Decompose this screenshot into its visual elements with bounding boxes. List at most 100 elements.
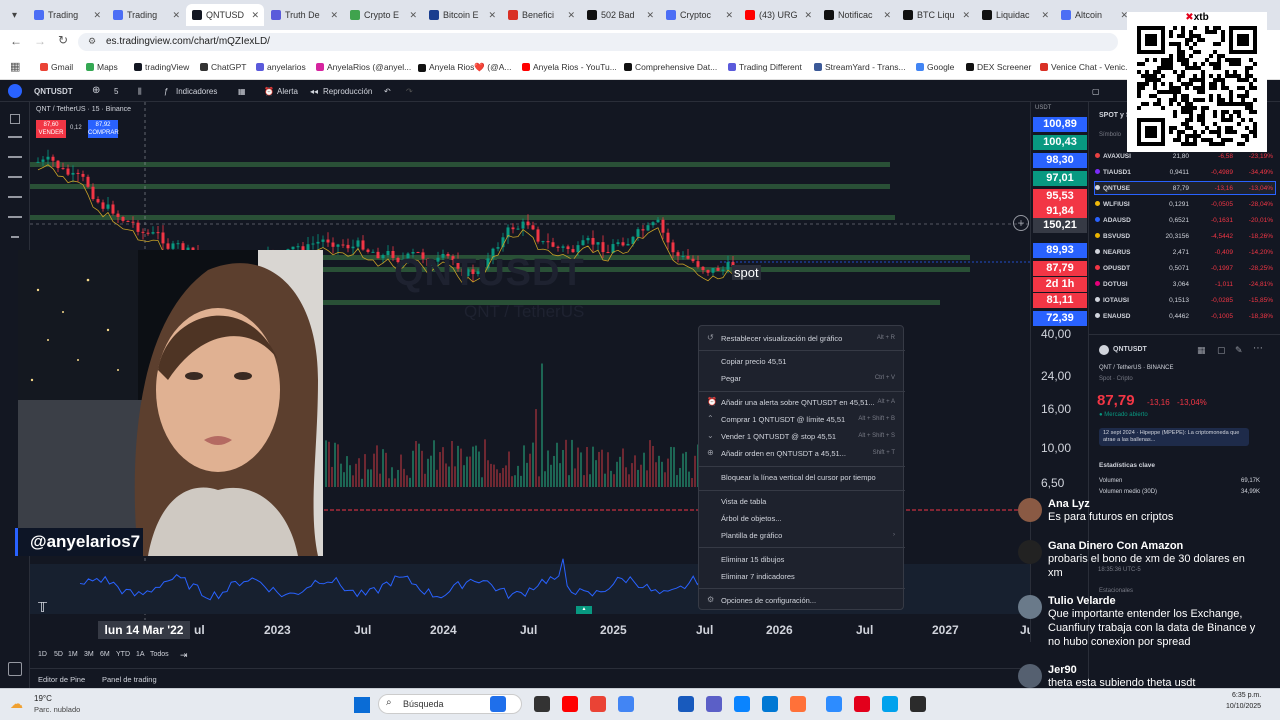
tab-close-icon[interactable]: ✕ (567, 10, 575, 21)
text-tool-icon[interactable] (11, 236, 19, 238)
watchlist-row[interactable]: OPUSDT 0,5071 -0,1997 -28,25% (1095, 262, 1275, 274)
browser-tab[interactable]: Trading ✕ (28, 4, 106, 26)
context-menu-item[interactable]: Eliminar 7 indicadores (699, 571, 905, 585)
time-axis[interactable]: lun 14 Mar '22 ul 2023 Jul 2024 Jul 2025 Jul 20… (30, 620, 1034, 642)
word-icon[interactable] (678, 696, 694, 712)
bookmark-item[interactable]: Google (916, 62, 954, 72)
browser-tab[interactable]: Truth De ✕ (265, 4, 343, 26)
browser-tab[interactable]: Benefici ✕ (502, 4, 580, 26)
detail-symbol[interactable]: QNTUSDT (1113, 346, 1147, 353)
tab-close-icon[interactable]: ✕ (646, 10, 654, 21)
browser-tab[interactable]: (43) URG ✕ (739, 4, 817, 26)
tab-close-icon[interactable]: ✕ (883, 10, 891, 21)
mail-icon[interactable] (762, 696, 778, 712)
bookmark-item[interactable]: Venice Chat - Venic... (1040, 62, 1132, 72)
watchlist-row[interactable]: TIAUSD1 0,9411 -0,4989 -34,49% (1095, 166, 1275, 178)
browser-tab[interactable]: Bitcoin E ✕ (423, 4, 501, 26)
context-menu-item[interactable]: ⏰ Añadir una alerta sobre QNTUSDT en 45,5… (699, 397, 905, 411)
tab-search-icon[interactable]: ▾ (6, 4, 22, 26)
apps-grid-icon[interactable]: ▦ (10, 60, 20, 73)
forecast-tool-icon[interactable] (8, 196, 22, 198)
detail-edit-icon[interactable]: ✎ (1235, 345, 1243, 356)
spot-annotation[interactable]: spot (732, 265, 761, 280)
browser-tab[interactable]: 502 Bad ✕ (581, 4, 659, 26)
range-button[interactable]: Todos (150, 651, 169, 658)
bookmark-item[interactable]: tradingView (134, 62, 189, 72)
range-button[interactable]: 1D (38, 651, 47, 658)
cursor-tool-icon[interactable] (10, 114, 20, 124)
range-button[interactable]: YTD (116, 651, 130, 658)
range-button[interactable]: 1M (68, 651, 78, 658)
layouts-icon[interactable]: ▦ (238, 87, 246, 96)
browser-tab[interactable]: BTC Liqu ✕ (897, 4, 975, 26)
context-menu-item[interactable]: ↺ Restablecer visualización del gráfico Al… (699, 333, 905, 347)
trend-line-tool-icon[interactable] (8, 136, 22, 138)
bookmark-item[interactable]: Gmail (40, 62, 73, 72)
bookmark-item[interactable]: Maps (86, 62, 118, 72)
tab-close-icon[interactable]: ✕ (409, 10, 417, 21)
tab-close-icon[interactable]: ✕ (93, 10, 101, 21)
youtube-icon[interactable] (562, 696, 578, 712)
detail-layout-icon[interactable]: ▦ (1197, 345, 1206, 356)
detail-more-icon[interactable]: ⋯ (1253, 343, 1263, 354)
bookmark-item[interactable]: ChatGPT (200, 62, 246, 72)
browser-tab[interactable]: QNTUSD ✕ (186, 4, 264, 26)
browser-tab[interactable]: Altcoin ✕ (1055, 4, 1133, 26)
indicators-button[interactable]: Indicadores (176, 87, 217, 96)
date-range-icon[interactable]: ⇥ (180, 650, 188, 661)
undo-icon[interactable]: ↶ (384, 87, 391, 96)
zoom-icon[interactable] (826, 696, 842, 712)
bookmark-item[interactable]: Anyela Rios❤️ (@A... (418, 62, 512, 73)
redo-icon[interactable]: ↷ (406, 87, 413, 96)
add-symbol-icon[interactable]: ⊕ (92, 85, 100, 96)
context-menu-item[interactable]: Árbol de objetos... (699, 513, 905, 527)
edge-icon[interactable] (882, 696, 898, 712)
context-menu-item[interactable]: Vista de tabla (699, 496, 905, 510)
replay-icon[interactable]: ◂◂ (310, 87, 318, 96)
brush-tool-icon[interactable] (8, 216, 22, 218)
back-icon[interactable]: ← (10, 34, 22, 48)
fib-tool-icon[interactable] (8, 156, 22, 158)
context-menu-item[interactable]: ⊕ Añadir orden en QNTUSDT a 45,51... Shift… (699, 448, 905, 462)
context-menu-item[interactable]: Bloquear la línea vertical del cursor po… (699, 472, 905, 486)
tab-close-icon[interactable]: ✕ (725, 10, 733, 21)
range-button[interactable]: 3M (84, 651, 94, 658)
context-menu-item[interactable]: Copiar precio 45,51 (699, 356, 905, 370)
explorer-icon[interactable] (490, 696, 506, 712)
settings-app-icon[interactable] (734, 696, 750, 712)
watchlist-row[interactable]: QNTUSE 87,79 -13,16 -13,04% (1094, 181, 1276, 195)
pattern-tool-icon[interactable] (8, 176, 22, 178)
tab-close-icon[interactable]: ✕ (804, 10, 812, 21)
bookmark-item[interactable]: Anyela Rios - YouTu... (522, 62, 617, 72)
alert-button[interactable]: Alerta (277, 87, 298, 96)
indicators-icon[interactable]: ƒ (164, 87, 168, 96)
teams-icon[interactable] (706, 696, 722, 712)
chrome-icon[interactable] (590, 696, 606, 712)
context-menu-item[interactable]: ⌃ Comprar 1 QNTUSDT @ límite 45,51 Alt + S… (699, 414, 905, 428)
watchlist-row[interactable]: ENAUSD 0,4462 -0,1005 -18,38% (1095, 310, 1275, 322)
browser-tab[interactable]: Notificac ✕ (818, 4, 896, 26)
replay-button[interactable]: Reproducción (323, 87, 372, 96)
trading-panel-tab[interactable]: Panel de trading (102, 675, 157, 684)
watchlist-row[interactable]: BSVUSD 20,3156 -4,5442 -18,26% (1095, 230, 1275, 242)
context-menu-item[interactable]: Pegar Ctrl + V (699, 373, 905, 387)
crosshair-add-icon[interactable]: + (1013, 215, 1029, 231)
bookmark-item[interactable]: StreamYard - Trans... (814, 62, 906, 72)
watchlist-row[interactable]: NEARUS 2,471 -0,409 -14,20% (1095, 246, 1275, 258)
reload-icon[interactable]: ↻ (58, 33, 68, 47)
weather-icon[interactable]: ☁ (10, 696, 23, 712)
range-button[interactable]: 1A (136, 651, 145, 658)
forward-icon[interactable]: → (34, 34, 46, 48)
watchlist-header[interactable]: SPOT y S (1099, 112, 1131, 119)
bookmark-item[interactable]: Comprehensive Dat... (624, 62, 717, 72)
range-button[interactable]: 5D (54, 651, 63, 658)
watchlist-row[interactable]: WLFIUSI 0,1291 -0,0505 -28,04% (1095, 198, 1275, 210)
interval-button[interactable]: 5 (114, 87, 118, 96)
watchlist-row[interactable]: DOTUSI 3,064 -1,011 -24,81% (1095, 278, 1275, 290)
browser-tab[interactable]: Crypto E ✕ (344, 4, 422, 26)
tab-close-icon[interactable]: ✕ (172, 10, 180, 21)
context-menu-item[interactable]: ⌄ Vender 1 QNTUSDT @ stop 45,51 Alt + Shif… (699, 431, 905, 445)
tab-close-icon[interactable]: ✕ (1041, 10, 1049, 21)
symbol-search[interactable]: QNTUSDT (34, 87, 73, 96)
alert-icon[interactable]: ⏰ (264, 87, 274, 96)
